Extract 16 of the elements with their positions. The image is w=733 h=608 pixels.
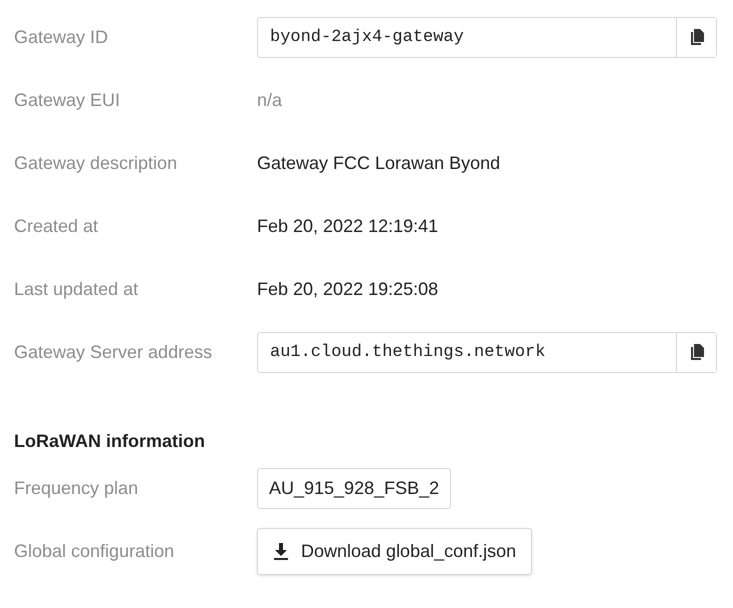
- section-heading: LoRaWAN information: [14, 430, 206, 453]
- field-label: Global configuration: [14, 540, 176, 563]
- download-icon: [273, 542, 289, 560]
- field-label: Gateway Server address: [14, 341, 214, 364]
- field-label: Gateway ID: [14, 26, 110, 49]
- field-label: Created at: [14, 215, 100, 238]
- frequency-plan-value: AU_915_928_FSB_2: [257, 468, 452, 509]
- field-value: Gateway FCC Lorawan Byond: [257, 152, 500, 175]
- field-label: Frequency plan: [14, 477, 140, 500]
- download-button[interactable]: Download global_conf.json: [257, 528, 532, 575]
- field-value: n/a: [257, 89, 282, 112]
- field-label: Gateway EUI: [14, 89, 122, 112]
- field-label: Last updated at: [14, 278, 140, 301]
- field-value: Feb 20, 2022 19:25:08: [257, 278, 438, 301]
- field-value: Feb 20, 2022 12:19:41: [257, 215, 438, 238]
- field-label: Gateway description: [14, 152, 178, 175]
